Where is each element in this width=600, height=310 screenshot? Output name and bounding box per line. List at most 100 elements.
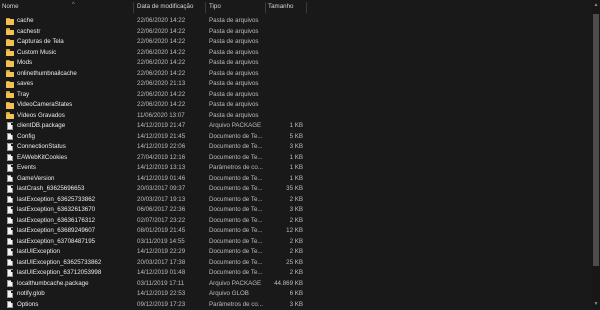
file-size: 12 KB bbox=[263, 226, 303, 237]
file-date: 22/06/2020 14:22 bbox=[137, 90, 207, 101]
file-icon bbox=[7, 185, 13, 193]
column-divider[interactable] bbox=[306, 2, 307, 13]
file-name: Options bbox=[17, 300, 133, 310]
file-row[interactable]: cachestr22/06/2020 14:22Pasta de arquivo… bbox=[0, 27, 590, 38]
file-icon bbox=[7, 280, 13, 288]
file-row[interactable]: lastUIException_6362573386220/03/2017 17… bbox=[0, 258, 590, 269]
file-icon bbox=[7, 175, 13, 183]
file-date: 14/12/2019 22:06 bbox=[137, 142, 207, 153]
file-row[interactable]: EAWebKitCookies27/04/2019 12:16Documento… bbox=[0, 153, 590, 164]
file-type: Documento de Te... bbox=[209, 184, 267, 195]
file-row[interactable]: Config14/12/2019 21:45Documento de Te...… bbox=[0, 132, 590, 143]
file-size: 6 KB bbox=[263, 289, 303, 300]
file-row[interactable]: lastException_63636176312 02/07/2017 23:2… bbox=[0, 216, 590, 227]
file-date: 22/06/2020 21:13 bbox=[137, 79, 207, 90]
vertical-scrollbar[interactable]: ▲ ▼ bbox=[592, 0, 600, 309]
file-row[interactable]: Events14/12/2019 13:13Parâmetros de co..… bbox=[0, 163, 590, 174]
folder-icon bbox=[6, 60, 14, 67]
column-divider[interactable] bbox=[133, 2, 134, 13]
folder-icon bbox=[6, 112, 14, 119]
file-icon bbox=[7, 248, 13, 256]
file-date: 20/03/2017 09:37 bbox=[137, 184, 207, 195]
file-type: Parâmetros de co... bbox=[209, 300, 267, 310]
file-row[interactable]: localthumbcache.package03/11/2019 17:11A… bbox=[0, 279, 590, 290]
scroll-up-icon[interactable]: ▲ bbox=[593, 2, 599, 8]
file-type: Pasta de arquivos bbox=[209, 79, 267, 90]
file-date: 22/06/2020 14:22 bbox=[137, 37, 207, 48]
file-row[interactable]: Capturas de Tela22/06/2020 14:22Pasta de… bbox=[0, 37, 590, 48]
file-size: 1 KB bbox=[263, 174, 303, 185]
folder-icon bbox=[6, 91, 14, 98]
column-header-size[interactable]: Tamanho bbox=[268, 0, 305, 14]
file-type: Documento de Te... bbox=[209, 205, 267, 216]
file-type: Documento de Te... bbox=[209, 258, 267, 269]
file-row[interactable]: Mods22/06/2020 14:22Pasta de arquivos bbox=[0, 58, 590, 69]
file-type: Documento de Te... bbox=[209, 174, 267, 185]
scrollbar-thumb[interactable] bbox=[593, 14, 599, 266]
file-row[interactable]: lastException_6370848719503/11/2019 14:5… bbox=[0, 237, 590, 248]
file-row[interactable]: clientDB.package14/12/2019 21:47Arquivo … bbox=[0, 121, 590, 132]
file-size: 1 KB bbox=[263, 121, 303, 132]
file-type: Pasta de arquivos bbox=[209, 69, 267, 80]
file-date: 20/03/2017 17:38 bbox=[137, 258, 207, 269]
file-type: Documento de Te... bbox=[209, 237, 267, 248]
column-divider[interactable] bbox=[265, 2, 266, 13]
file-size: 2 KB bbox=[263, 247, 303, 258]
file-date: 02/07/2017 23:22 bbox=[137, 216, 207, 227]
file-row[interactable]: lastException_6363261367006/06/2017 22:3… bbox=[0, 205, 590, 216]
column-divider[interactable] bbox=[205, 2, 206, 13]
file-row[interactable]: Options09/12/2019 17:23Parâmetros de co.… bbox=[0, 300, 590, 310]
file-name: lastException_63625733862 bbox=[17, 195, 133, 206]
file-date: 14/12/2019 01:48 bbox=[137, 268, 207, 279]
file-name: Config bbox=[17, 132, 133, 143]
column-header-type[interactable]: Tipo bbox=[209, 0, 264, 14]
file-icon bbox=[7, 227, 13, 235]
file-row[interactable]: lastException_6368924960708/01/2019 21:4… bbox=[0, 226, 590, 237]
file-size: 3 KB bbox=[263, 142, 303, 153]
file-row[interactable]: ConnectionStatus 14/12/2019 22:06Document… bbox=[0, 142, 590, 153]
column-header-name[interactable]: Nome ^ bbox=[2, 0, 132, 14]
file-row[interactable]: cache22/06/2020 14:22Pasta de arquivos bbox=[0, 16, 590, 27]
file-row[interactable]: Tray22/06/2020 14:22Pasta de arquivos bbox=[0, 90, 590, 101]
file-row[interactable]: notify.glob14/12/2019 22:53Arquivo GLOB6… bbox=[0, 289, 590, 300]
file-row[interactable]: Vídeos Gravados11/06/2020 13:07Pasta de … bbox=[0, 111, 590, 122]
folder-icon bbox=[6, 81, 14, 88]
file-icon bbox=[7, 206, 13, 214]
file-name: cache bbox=[17, 16, 133, 27]
file-type: Arquivo PACKAGE bbox=[209, 121, 267, 132]
column-header-date[interactable]: Data de modificação bbox=[137, 0, 205, 14]
file-size: 2 KB bbox=[263, 216, 303, 227]
file-row[interactable]: GameVersion14/12/2019 01:46Documento de … bbox=[0, 174, 590, 185]
file-name: Mods bbox=[17, 58, 133, 69]
file-row[interactable]: VideoCameraStates22/06/2020 14:22Pasta d… bbox=[0, 100, 590, 111]
file-row[interactable]: onlinethumbnailcache22/06/2020 14:22Past… bbox=[0, 69, 590, 80]
file-size: 2 KB bbox=[263, 237, 303, 248]
file-row[interactable]: lastUIException14/12/2019 22:29Documento… bbox=[0, 247, 590, 258]
file-size: 44.869 KB bbox=[263, 279, 303, 290]
file-size: 1 KB bbox=[263, 163, 303, 174]
file-type: Parâmetros de co... bbox=[209, 163, 267, 174]
file-date: 14/12/2019 21:47 bbox=[137, 121, 207, 132]
file-type: Documento de Te... bbox=[209, 226, 267, 237]
file-type: Pasta de arquivos bbox=[209, 37, 267, 48]
file-type: Documento de Te... bbox=[209, 195, 267, 206]
file-row[interactable]: lastException_6362573386220/03/2017 19:1… bbox=[0, 195, 590, 206]
file-row[interactable]: lastUIException_6371205399814/12/2019 01… bbox=[0, 268, 590, 279]
file-size: 25 KB bbox=[263, 258, 303, 269]
file-name: lastCrash_63625696653 bbox=[17, 184, 133, 195]
file-size: 2 KB bbox=[263, 268, 303, 279]
file-row[interactable]: Custom Music22/06/2020 14:22Pasta de arq… bbox=[0, 48, 590, 59]
file-name: lastException_63708487195 bbox=[17, 237, 133, 248]
file-date: 22/06/2020 14:22 bbox=[137, 100, 207, 111]
file-icon bbox=[7, 290, 13, 298]
file-name: lastException_63689249607 bbox=[17, 226, 133, 237]
file-name: ConnectionStatus bbox=[17, 142, 133, 153]
file-icon bbox=[7, 238, 13, 246]
file-name: lastException_63636176312 bbox=[17, 216, 133, 227]
file-row[interactable]: saves22/06/2020 21:13Pasta de arquivos bbox=[0, 79, 590, 90]
file-name: localthumbcache.package bbox=[17, 279, 133, 290]
file-type: Documento de Te... bbox=[209, 142, 267, 153]
file-row[interactable]: lastCrash_63625696653 20/03/2017 09:37Doc… bbox=[0, 184, 590, 195]
file-type: Pasta de arquivos bbox=[209, 100, 267, 111]
scroll-down-icon[interactable]: ▼ bbox=[593, 301, 599, 307]
